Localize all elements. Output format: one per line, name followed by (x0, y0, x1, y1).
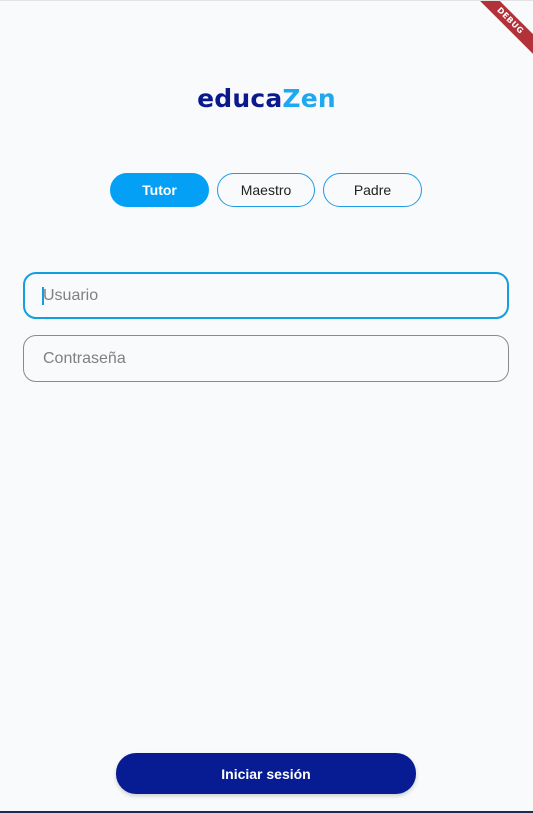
role-maestro-button[interactable]: Maestro (217, 173, 315, 207)
app-logo: educaZen (0, 83, 533, 115)
debug-banner: DEBUG (473, 1, 533, 61)
debug-ribbon-label: DEBUG (473, 1, 533, 58)
logo-text-zen: Zen (282, 84, 336, 113)
iniciar-sesion-button[interactable]: Iniciar sesión (116, 753, 416, 794)
usuario-placeholder-text: Usuario (43, 286, 99, 304)
role-tutor-button[interactable]: Tutor (110, 173, 209, 207)
role-selector: Tutor Maestro Padre (110, 173, 422, 207)
text-caret (42, 286, 44, 305)
contrasena-placeholder: Contraseña (43, 349, 126, 367)
usuario-input[interactable]: Usuario (23, 272, 509, 319)
contrasena-input[interactable]: Contraseña (23, 335, 509, 382)
role-padre-button[interactable]: Padre (323, 173, 422, 207)
logo-text-educa: educa (197, 84, 283, 113)
usuario-placeholder: Usuario (42, 286, 99, 305)
login-screen: educaZen Tutor Maestro Padre Usuario Con… (0, 0, 533, 813)
